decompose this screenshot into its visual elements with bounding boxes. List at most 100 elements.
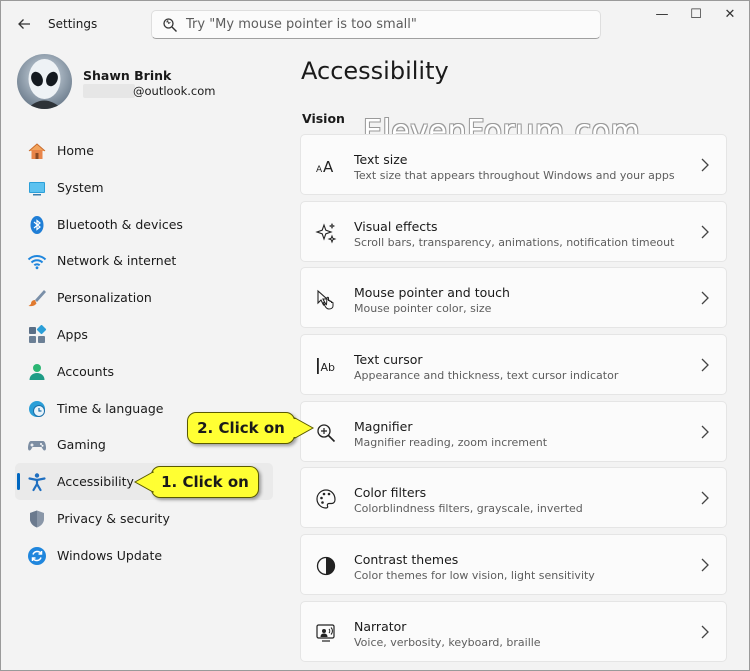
vision-settings-list: A A Text size Text size that appears thr… <box>300 134 727 668</box>
contrast-icon <box>316 556 336 576</box>
annotation-text: 1. Click on <box>161 473 249 491</box>
person-icon <box>29 363 45 380</box>
search-icon <box>163 18 177 32</box>
chevron-right-icon <box>701 425 709 439</box>
sparkle-icon <box>315 222 337 244</box>
palette-icon <box>316 489 336 510</box>
bluetooth-icon <box>30 215 44 234</box>
back-button[interactable] <box>13 13 35 35</box>
svg-text:Ab: Ab <box>321 361 336 374</box>
home-icon <box>28 143 46 159</box>
text-size-icon: A A <box>316 158 334 176</box>
sidebar-item-label: Personalization <box>57 290 152 306</box>
sidebar-item-system[interactable]: System <box>15 169 273 206</box>
card-visual-effects[interactable]: Visual effects Scroll bars, transparency… <box>300 200 727 262</box>
sidebar-item-accounts[interactable]: Accounts <box>15 353 273 390</box>
card-mouse-pointer-touch[interactable]: Mouse pointer and touch Mouse pointer co… <box>300 267 727 329</box>
selection-indicator <box>17 473 20 491</box>
chevron-right-icon <box>701 558 709 572</box>
accessibility-icon <box>28 473 46 492</box>
sidebar-item-label: Accessibility <box>57 474 134 490</box>
system-icon <box>29 181 45 196</box>
sidebar-item-apps[interactable]: Apps <box>15 316 273 353</box>
card-narrator[interactable]: Narrator Voice, verbosity, keyboard, bra… <box>300 600 727 662</box>
card-subtitle: Mouse pointer color, size <box>354 302 492 316</box>
card-title: Narrator <box>354 618 407 634</box>
card-title: Visual effects <box>354 218 438 234</box>
card-title: Color filters <box>354 485 427 501</box>
card-title: Text size <box>354 152 408 167</box>
text-cursor-icon: Ab <box>317 358 336 375</box>
narrator-icon <box>316 624 335 642</box>
title-bar: Settings Try "My mouse pointer is too sm… <box>1 1 749 45</box>
close-button[interactable]: ✕ <box>716 5 744 25</box>
card-contrast-themes[interactable]: Contrast themes Color themes for low vis… <box>300 534 727 596</box>
sidebar-item-personalization[interactable]: Personalization <box>15 279 273 316</box>
sidebar-item-label: Windows Update <box>57 547 163 563</box>
search-input[interactable]: Try "My mouse pointer is too small" <box>186 17 417 32</box>
chevron-right-icon <box>701 158 709 172</box>
annotation-text: 2. Click on <box>197 419 285 437</box>
email-redaction <box>83 84 135 98</box>
sidebar-item-home[interactable]: Home <box>15 132 273 169</box>
card-title: Text cursor <box>354 352 423 368</box>
settings-window: Settings Try "My mouse pointer is too sm… <box>0 0 750 671</box>
card-magnifier[interactable]: Magnifier Magnifier reading, zoom increm… <box>300 400 727 462</box>
card-text-size[interactable]: A A Text size Text size that appears thr… <box>300 134 727 195</box>
sidebar-item-label: Home <box>57 143 94 158</box>
sidebar-item-privacy[interactable]: Privacy & security <box>15 500 273 537</box>
pointer-icon <box>317 290 334 310</box>
page-title: Accessibility <box>301 57 449 85</box>
callout-pointer <box>293 417 315 439</box>
maximize-button[interactable]: ☐ <box>682 5 710 25</box>
card-subtitle: Colorblindness filters, grayscale, inver… <box>354 502 583 516</box>
card-text-cursor[interactable]: Ab Text cursor Appearance and thickness,… <box>300 334 727 396</box>
wifi-icon <box>27 255 47 270</box>
chevron-right-icon <box>701 625 709 639</box>
svg-text:A: A <box>316 165 323 175</box>
sidebar-item-network[interactable]: Network & internet <box>15 242 273 279</box>
clock-globe-icon <box>29 400 45 417</box>
callout-pointer <box>133 471 155 493</box>
sidebar-item-label: Time & language <box>57 400 164 416</box>
chevron-right-icon <box>701 291 709 305</box>
chevron-right-icon <box>701 491 709 505</box>
sidebar-item-label: Network & internet <box>57 253 177 269</box>
card-subtitle: Text size that appears throughout Window… <box>354 169 675 182</box>
user-name: Shawn Brink <box>83 68 172 83</box>
chevron-right-icon <box>701 358 709 372</box>
sidebar-item-windows-update[interactable]: Windows Update <box>15 537 273 574</box>
apps-icon <box>29 324 47 343</box>
sidebar-item-label: Privacy & security <box>57 510 170 526</box>
card-title: Contrast themes <box>354 552 459 568</box>
avatar[interactable] <box>17 54 72 109</box>
card-subtitle: Scroll bars, transparency, animations, n… <box>354 235 675 249</box>
magnifier-icon <box>317 424 336 442</box>
search-box[interactable]: Try "My mouse pointer is too small" <box>151 10 601 39</box>
sidebar-item-label: System <box>57 179 104 195</box>
annotation-step-1: 1. Click on <box>133 466 259 498</box>
card-subtitle: Appearance and thickness, text cursor in… <box>354 369 619 383</box>
card-subtitle: Voice, verbosity, keyboard, braille <box>354 635 541 649</box>
minimize-button[interactable]: — <box>648 5 676 25</box>
card-subtitle: Magnifier reading, zoom increment <box>354 435 548 449</box>
section-header-vision: Vision <box>302 111 345 126</box>
back-arrow-icon <box>18 19 30 29</box>
annotation-step-2: 2. Click on <box>187 412 315 444</box>
card-title: Magnifier <box>354 418 413 434</box>
sidebar-item-label: Apps <box>57 326 88 342</box>
app-title: Settings <box>48 17 98 31</box>
brush-icon <box>28 290 46 307</box>
alien-avatar-icon <box>17 54 72 109</box>
sidebar-item-label: Bluetooth & devices <box>57 216 183 232</box>
gamepad-icon <box>28 441 46 451</box>
shield-icon <box>30 510 44 528</box>
card-color-filters[interactable]: Color filters Colorblindness filters, gr… <box>300 467 727 529</box>
svg-text:A: A <box>323 158 334 176</box>
card-title: Mouse pointer and touch <box>354 285 510 301</box>
sidebar-item-label: Gaming <box>57 437 106 453</box>
chevron-right-icon <box>701 225 709 239</box>
card-subtitle: Color themes for low vision, light sensi… <box>354 569 595 583</box>
sidebar-item-bluetooth[interactable]: Bluetooth & devices <box>15 206 273 243</box>
user-email: @outlook.com <box>133 84 216 98</box>
